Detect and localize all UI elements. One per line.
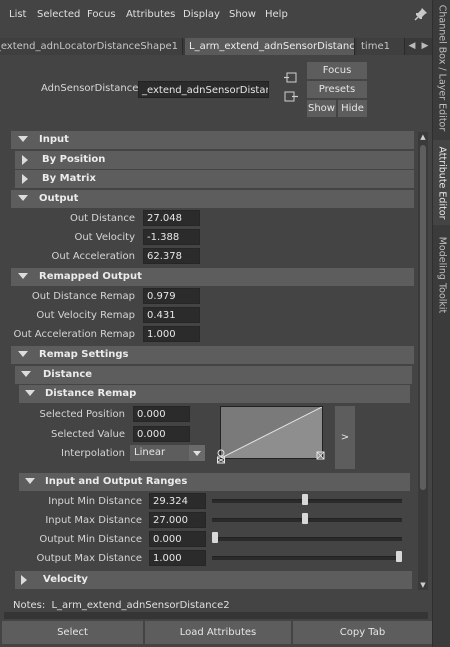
notes-header: Notes: L_arm_extend_adnSensorDistance2 (13, 600, 230, 611)
section-velocity[interactable]: Velocity (15, 571, 412, 589)
out-acceleration-remap-label: Out Acceleration Remap (13, 329, 136, 340)
output-min-distance-slider[interactable] (212, 537, 402, 541)
node-type-label: AdnSensorDistance: (41, 83, 142, 94)
output-min-distance-label: Output Min Distance (39, 534, 142, 545)
side-tab-attribute-editor[interactable]: Attribute Editor (433, 140, 450, 225)
slider-handle[interactable] (212, 532, 218, 543)
section-distance[interactable]: Distance (15, 366, 412, 384)
menu-help[interactable]: Help (265, 9, 288, 20)
presets-button[interactable]: Presets (307, 81, 367, 98)
selected-position-field[interactable]: 0.000 (133, 406, 190, 422)
expand-arrow-icon (22, 155, 28, 165)
remap-ramp-editor[interactable] (220, 406, 323, 459)
selected-position-label: Selected Position (39, 409, 125, 420)
section-by-position[interactable]: By Position (15, 151, 414, 169)
ramp-expand-button[interactable]: > (335, 406, 355, 469)
collapse-arrow-icon (25, 478, 35, 484)
out-distance-remap-field[interactable]: 0.979 (143, 288, 200, 304)
out-acceleration-label: Out Acceleration (51, 251, 135, 262)
tab-scroll-right-icon[interactable]: ▶ (419, 38, 431, 55)
scrollbar-thumb[interactable] (420, 145, 426, 490)
slider-handle[interactable] (396, 551, 402, 562)
show-button[interactable]: Show (307, 100, 336, 117)
section-remapped-output[interactable]: Remapped Output (11, 268, 414, 286)
hide-button[interactable]: Hide (338, 100, 367, 117)
expand-arrow-icon (22, 174, 28, 184)
select-button[interactable]: Select (2, 621, 143, 644)
collapse-arrow-icon (18, 136, 28, 142)
collapse-arrow-icon (21, 371, 31, 377)
input-max-distance-field[interactable]: 27.000 (149, 512, 206, 528)
section-distance-remap[interactable]: Distance Remap (19, 385, 410, 403)
output-max-distance-label: Output Max Distance (36, 553, 143, 564)
output-max-distance-slider[interactable] (212, 556, 402, 560)
tab-sensor-distance[interactable]: L_arm_extend_adnSensorDistance2 (185, 38, 355, 55)
menu-attributes[interactable]: Attributes (126, 9, 175, 20)
tab-scroll-left-icon[interactable]: ◀ (406, 38, 418, 55)
output-min-distance-field[interactable]: 0.000 (149, 531, 206, 547)
section-by-matrix[interactable]: By Matrix (15, 170, 414, 188)
slider-handle[interactable] (302, 494, 309, 505)
out-distance-remap-label: Out Distance Remap (31, 291, 135, 302)
input-max-distance-label: Input Max Distance (45, 515, 142, 526)
section-remap-settings[interactable]: Remap Settings (11, 346, 414, 364)
notes-text-area[interactable] (4, 612, 428, 619)
selected-value-field[interactable]: 0.000 (133, 426, 190, 442)
side-tab-modeling-toolkit[interactable]: Modeling Toolkit (433, 232, 450, 317)
input-min-distance-label: Input Min Distance (48, 496, 142, 507)
menu-show[interactable]: Show (229, 9, 256, 20)
node-name-field[interactable]: _extend_adnSensorDistance2 (138, 81, 269, 98)
out-acceleration-remap-field[interactable]: 1.000 (143, 326, 200, 342)
ramp-end-handle-icon[interactable] (316, 451, 325, 460)
pin-icon[interactable] (414, 7, 428, 21)
scroll-up-icon[interactable]: ▲ (419, 133, 427, 141)
node-tab-bar: m_extend_adnLocatorDistanceShape1 L_arm_… (0, 38, 432, 55)
menu-selected[interactable]: Selected (37, 9, 80, 20)
collapse-arrow-icon (18, 273, 28, 279)
load-attributes-button[interactable]: Load Attributes (145, 621, 291, 644)
selected-value-label: Selected Value (51, 429, 125, 440)
chevron-down-icon (189, 445, 205, 461)
scroll-down-icon[interactable]: ▼ (419, 581, 427, 589)
tab-time1[interactable]: time1 (357, 38, 405, 55)
out-velocity-remap-label: Out Velocity Remap (36, 310, 135, 321)
collapse-arrow-icon (25, 390, 35, 396)
interpolation-dropdown[interactable]: Linear (130, 445, 205, 461)
copy-tab-button[interactable]: Copy Tab (293, 621, 432, 644)
ramp-start-handle-icon[interactable] (216, 448, 226, 464)
output-connection-icon[interactable] (284, 91, 298, 103)
section-input-output-ranges[interactable]: Input and Output Ranges (19, 473, 410, 491)
slider-handle[interactable] (302, 513, 309, 524)
interpolation-label: Interpolation (61, 448, 125, 459)
out-acceleration-field[interactable]: 62.378 (143, 248, 200, 264)
out-distance-label: Out Distance (69, 213, 135, 224)
out-velocity-remap-field[interactable]: 0.431 (143, 307, 200, 323)
section-input[interactable]: Input (11, 131, 414, 149)
expand-arrow-icon (21, 575, 27, 585)
side-tab-strip: Channel Box / Layer Editor Attribute Edi… (432, 0, 450, 647)
menu-list[interactable]: List (9, 9, 26, 20)
out-velocity-label: Out Velocity (74, 232, 135, 243)
input-connection-icon[interactable] (284, 72, 298, 84)
tab-locator-distance-shape[interactable]: m_extend_adnLocatorDistanceShape1 (0, 38, 183, 55)
focus-button[interactable]: Focus (307, 62, 367, 79)
menu-focus[interactable]: Focus (87, 9, 116, 20)
out-velocity-field[interactable]: -1.388 (143, 229, 200, 245)
input-min-distance-field[interactable]: 29.324 (149, 493, 206, 509)
out-distance-field[interactable]: 27.048 (143, 210, 200, 226)
menu-bar: List Selected Focus Attributes Display S… (0, 0, 432, 30)
output-max-distance-field[interactable]: 1.000 (149, 550, 206, 566)
section-output[interactable]: Output (11, 190, 414, 208)
side-tab-channel-box[interactable]: Channel Box / Layer Editor (433, 0, 450, 135)
collapse-arrow-icon (18, 351, 28, 357)
collapse-arrow-icon (18, 195, 28, 201)
menu-display[interactable]: Display (183, 9, 220, 20)
